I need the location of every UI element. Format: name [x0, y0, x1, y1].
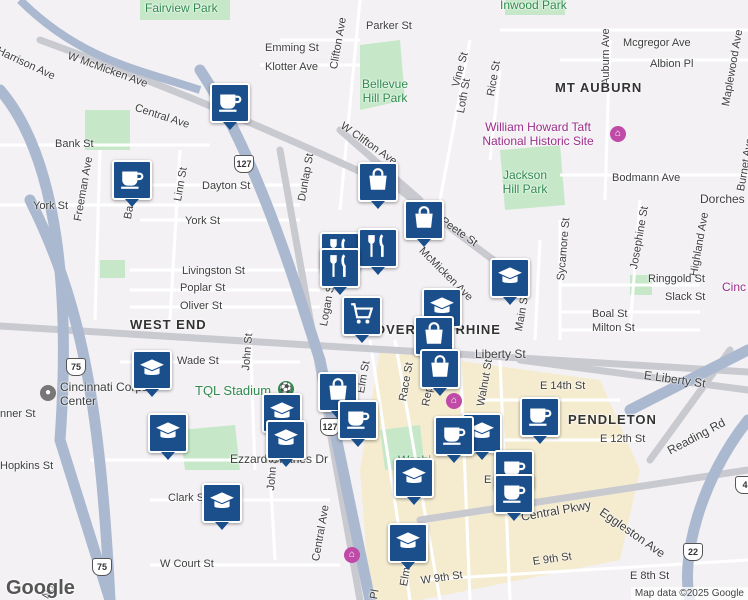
fork-knife-icon	[365, 233, 391, 264]
graduation-cap-icon	[401, 463, 427, 494]
label-jackson-hill-park: Jackson Hill Park	[502, 168, 548, 196]
google-logo: Google	[6, 577, 75, 599]
label-york-st-w: York St	[33, 200, 69, 212]
i-75-shield: 75	[66, 358, 86, 376]
label-albion-pl: Albion Pl	[650, 58, 694, 70]
shopping-bag-icon	[411, 205, 437, 236]
coffee-cup-icon	[119, 165, 145, 196]
label-conner-st: nner St	[0, 408, 36, 420]
i-471-shield: 4	[735, 476, 748, 494]
label-milton-st: Milton St	[592, 322, 635, 334]
shopping-bag-icon	[427, 354, 453, 385]
label-mcgregor-ave: Mcgregor Ave	[623, 37, 691, 49]
label-bodmann-ave: Bodmann Ave	[612, 172, 681, 184]
school-marker[interactable]	[202, 483, 242, 530]
museum-icon: ⌂	[610, 126, 626, 142]
coffee-marker[interactable]	[434, 416, 474, 463]
label-inwood-park: Inwood Park	[500, 0, 567, 12]
label-pendleton: PENDLETON	[568, 412, 657, 427]
grocery-marker[interactable]	[342, 296, 382, 343]
label-west-end: WEST END	[130, 317, 207, 332]
label-e-12th-st: E 12th St	[600, 433, 646, 445]
graduation-cap-icon	[497, 263, 523, 294]
coffee-cup-icon	[441, 421, 467, 452]
school-marker[interactable]	[132, 350, 172, 397]
coffee-marker[interactable]	[494, 474, 534, 521]
coffee-marker[interactable]	[112, 160, 152, 207]
shopping-bag-icon	[365, 167, 391, 198]
school-marker[interactable]	[394, 458, 434, 505]
label-poplar-st: Poplar St	[180, 282, 226, 294]
school-marker[interactable]	[388, 523, 428, 570]
graduation-cap-icon	[155, 418, 181, 449]
label-livingston-st: Livingston St	[182, 265, 245, 277]
graduation-cap-icon	[139, 355, 165, 386]
label-bellevue-park: Bellevue Hill Park	[361, 77, 409, 105]
label-york-st: York St	[185, 215, 221, 227]
label-oliver-st: Oliver St	[180, 300, 223, 312]
label-fairview-park: Fairview Park	[145, 1, 218, 15]
coffee-cup-icon	[501, 479, 527, 510]
shopping-cart-icon	[349, 301, 375, 332]
fork-knife-icon	[327, 253, 353, 284]
label-w-court-st: W Court St	[160, 558, 214, 570]
label-taft-site: William Howard Taft National Historic Si…	[482, 120, 594, 148]
graduation-cap-icon	[273, 425, 299, 456]
label-cinc: Cinc	[722, 280, 747, 294]
label-boal-st: Boal St	[592, 308, 628, 320]
i-75-shield-south: 75	[92, 558, 112, 576]
coffee-cup-icon	[217, 88, 243, 119]
shopping-marker[interactable]	[358, 162, 398, 209]
graduation-cap-icon	[209, 488, 235, 519]
label-ringgold-st: Ringgold St	[648, 273, 705, 285]
label-dorchester: Dorches	[700, 192, 745, 206]
shopping-marker[interactable]	[420, 349, 460, 396]
shopping-bag-icon	[421, 321, 447, 352]
school-marker[interactable]	[490, 258, 530, 305]
school-marker[interactable]	[266, 420, 306, 467]
label-pl: Pl	[368, 588, 382, 600]
label-parker-st: Parker St	[366, 20, 412, 32]
label-klotter-ave: Klotter Ave	[265, 61, 318, 73]
coffee-cup-icon	[345, 405, 371, 436]
graduation-cap-icon	[395, 528, 421, 559]
label-ba: Ba	[122, 204, 137, 221]
school-marker[interactable]	[148, 413, 188, 460]
us-127-shield-south: 127	[320, 418, 340, 436]
label-mt-auburn: MT AUBURN	[555, 80, 643, 95]
label-e-8th-st: E 8th St	[630, 570, 670, 582]
shopping-marker[interactable]	[404, 200, 444, 247]
us-22-shield: 22	[683, 543, 703, 561]
coffee-cup-icon	[527, 402, 553, 433]
label-dayton-st: Dayton St	[202, 180, 251, 192]
landmark-icon: ●	[40, 385, 56, 401]
restaurant-marker[interactable]	[320, 248, 360, 295]
label-hopkins-st: Hopkins St	[0, 460, 54, 472]
map-attribution[interactable]: Map data ©2025 Google	[630, 587, 748, 600]
label-bank-st: Bank St	[55, 138, 94, 150]
label-e-14th-st: E 14th St	[540, 380, 586, 392]
map-canvas[interactable]: Fairview Park Inwood Park Parker St Mcgr…	[0, 0, 748, 600]
label-tql-stadium: TQL Stadium	[195, 383, 272, 398]
label-e-small: E	[484, 474, 492, 486]
museum-icon-downtown: ⌂	[344, 547, 360, 563]
label-wade-st: Wade St	[177, 355, 219, 367]
label-slack-st: Slack St	[665, 291, 706, 303]
museum-icon-otr: ⌂	[446, 393, 462, 409]
us-127-shield: 127	[234, 155, 254, 173]
label-auburn-ave: Auburn Ave	[600, 28, 612, 85]
label-emming-st: Emming St	[265, 42, 319, 54]
coffee-marker[interactable]	[520, 397, 560, 444]
coffee-marker[interactable]	[210, 83, 250, 130]
coffee-marker[interactable]	[338, 400, 378, 447]
restaurant-marker[interactable]	[358, 228, 398, 275]
